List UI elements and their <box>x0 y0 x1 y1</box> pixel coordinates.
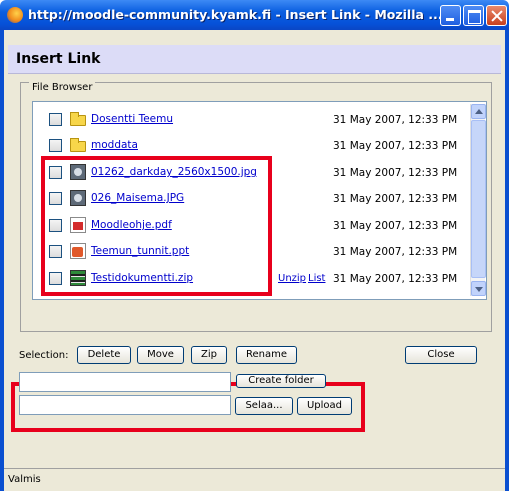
unzip-link[interactable]: Unzip <box>278 273 306 284</box>
create-folder-button[interactable]: Create folder <box>236 374 326 388</box>
move-button[interactable]: Move <box>137 346 184 364</box>
dialog-title: Insert Link <box>16 51 101 67</box>
file-date: 31 May 2007, 12:33 PM <box>333 167 458 179</box>
firefox-icon <box>7 7 23 23</box>
folder-icon <box>70 138 86 152</box>
file-link[interactable]: Dosentti Teemu <box>91 113 173 125</box>
close-window-button[interactable] <box>486 5 507 26</box>
file-date: 31 May 2007, 12:33 PM <box>333 193 458 205</box>
upload-file-input[interactable] <box>19 395 231 415</box>
file-date: 31 May 2007, 12:33 PM <box>333 246 458 258</box>
zip-button[interactable]: Zip <box>191 346 227 364</box>
status-bar: Valmis <box>4 468 505 491</box>
new-folder-input[interactable] <box>19 372 231 392</box>
file-checkbox[interactable] <box>49 139 62 152</box>
file-list-scrollbar[interactable] <box>470 104 486 296</box>
minimize-button[interactable] <box>440 5 461 26</box>
file-checkbox[interactable] <box>49 113 62 126</box>
status-text: Valmis <box>8 474 41 485</box>
file-date: 31 May 2007, 12:33 PM <box>333 273 458 285</box>
dialog-header: Insert Link <box>8 45 501 74</box>
files-highlight-box <box>41 156 272 296</box>
window-titlebar[interactable]: http://moodle-community.kyamk.fi - Inser… <box>0 0 509 30</box>
browse-button[interactable]: Selaa... <box>235 397 293 415</box>
file-row: Dosentti Teemu 31 May 2007, 12:33 PM <box>33 110 471 130</box>
file-row: moddata 31 May 2007, 12:33 PM <box>33 136 471 156</box>
maximize-button[interactable] <box>463 5 484 26</box>
file-browser-legend: File Browser <box>29 82 96 93</box>
scroll-up-icon[interactable] <box>471 104 486 119</box>
file-link[interactable]: moddata <box>91 139 138 151</box>
file-date: 31 May 2007, 12:33 PM <box>333 114 458 126</box>
window-title: http://moodle-community.kyamk.fi - Inser… <box>28 7 443 22</box>
selection-label: Selection: <box>19 350 69 361</box>
list-link[interactable]: List <box>308 273 325 284</box>
delete-button[interactable]: Delete <box>77 346 131 364</box>
close-button[interactable]: Close <box>405 346 477 364</box>
scroll-thumb[interactable] <box>471 120 486 278</box>
folder-icon <box>70 112 86 126</box>
upload-button[interactable]: Upload <box>297 397 352 415</box>
file-date: 31 May 2007, 12:33 PM <box>333 220 458 232</box>
file-date: 31 May 2007, 12:33 PM <box>333 140 458 152</box>
rename-button[interactable]: Rename <box>236 346 297 364</box>
scroll-down-icon[interactable] <box>471 281 486 296</box>
